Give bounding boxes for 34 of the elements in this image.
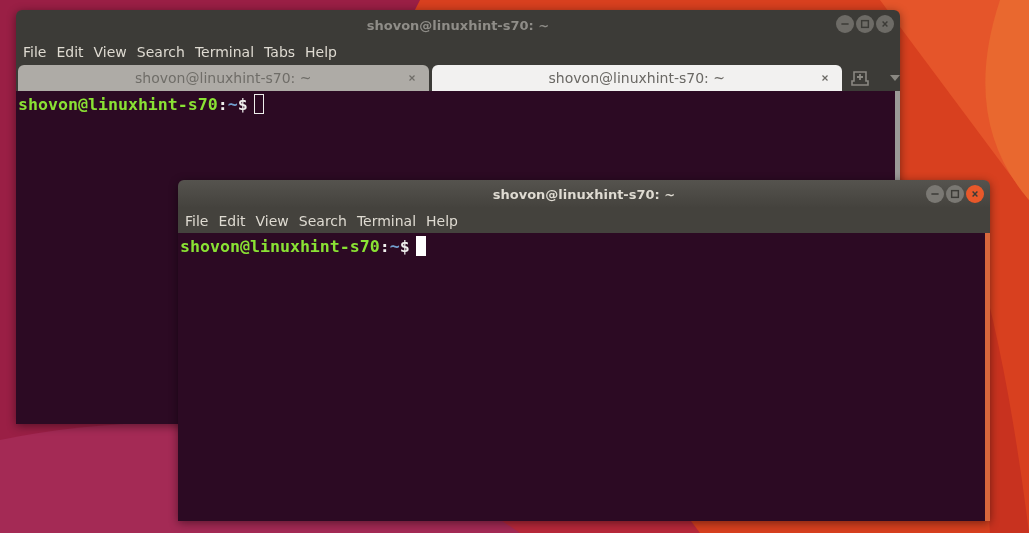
maximize-button[interactable] xyxy=(856,15,874,33)
menu-item[interactable]: Search xyxy=(131,44,190,60)
new-tab-icon[interactable] xyxy=(851,70,869,86)
window-title: shovon@linuxhint-s70: ~ xyxy=(366,17,550,33)
menu-item[interactable]: Tabs xyxy=(259,44,301,60)
maximize-icon xyxy=(859,18,871,30)
menu-item[interactable]: View xyxy=(250,212,294,229)
close-icon xyxy=(879,18,891,30)
window-title: shovon@linuxhint-s70: ~ xyxy=(492,186,676,202)
menu-item[interactable]: File xyxy=(180,212,214,229)
tab[interactable]: shovon@linuxhint-s70: ~ xyxy=(431,65,843,91)
menu-item[interactable]: Help xyxy=(421,212,463,229)
maximize-button[interactable] xyxy=(946,185,964,203)
menu-item[interactable]: Edit xyxy=(51,44,89,60)
minimize-button[interactable] xyxy=(926,185,944,203)
close-tab-icon[interactable] xyxy=(820,73,831,83)
scrollbar[interactable] xyxy=(895,91,900,180)
menu-item[interactable]: Terminal xyxy=(189,44,260,60)
close-button[interactable] xyxy=(966,185,984,203)
menu-item[interactable]: File xyxy=(18,44,52,60)
menu-item[interactable]: Help xyxy=(300,44,342,60)
minimize-button[interactable] xyxy=(836,15,854,33)
menu-item[interactable]: Terminal xyxy=(351,212,422,229)
menu-item[interactable]: View xyxy=(88,44,132,60)
terminal-prompt: shovon@linuxhint-s70:~$ xyxy=(180,236,410,256)
terminal-prompt: shovon@linuxhint-s70:~$ xyxy=(18,94,248,114)
menu-item[interactable]: Search xyxy=(293,212,352,229)
caret-icon[interactable] xyxy=(890,75,900,81)
close-tab-icon[interactable] xyxy=(406,73,417,83)
close-button[interactable] xyxy=(876,15,894,33)
close-icon xyxy=(969,188,981,200)
menu-item[interactable]: Edit xyxy=(213,212,251,229)
maximize-icon xyxy=(949,188,961,200)
scrollbar[interactable] xyxy=(985,233,990,521)
